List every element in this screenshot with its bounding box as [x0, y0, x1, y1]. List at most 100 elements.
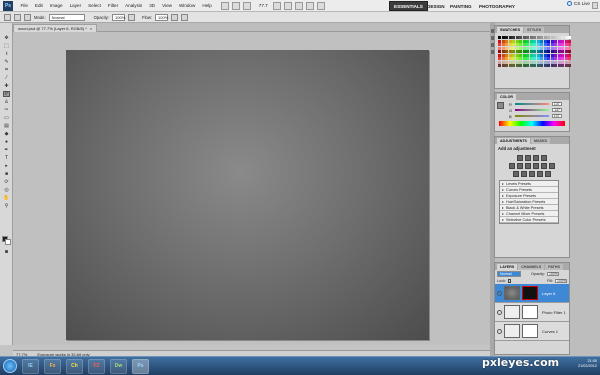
eye-icon[interactable]	[497, 328, 502, 334]
channel-mixer-icon[interactable]	[549, 163, 555, 169]
menu-3d[interactable]: 3D	[146, 3, 159, 8]
posterize-icon[interactable]	[521, 171, 527, 177]
move-tool-icon[interactable]: ✥	[3, 35, 10, 41]
lasso-tool-icon[interactable]: ℓ	[3, 51, 10, 57]
tablet-size-pressure-icon[interactable]	[181, 13, 189, 21]
exposure-icon[interactable]	[541, 155, 547, 161]
layer-name[interactable]: Photo Filter 1	[542, 310, 566, 315]
black-white-icon[interactable]	[533, 163, 539, 169]
tab-adjustments[interactable]: ADJUSTMENTS	[497, 138, 530, 144]
curves-icon[interactable]	[533, 155, 539, 161]
background-color-swatch[interactable]	[5, 239, 11, 245]
layer-row[interactable]: Layer 6	[495, 284, 569, 303]
type-tool-icon[interactable]: T	[3, 155, 10, 161]
red-slider[interactable]	[514, 103, 549, 105]
tablet-opacity-pressure-icon[interactable]	[128, 13, 136, 21]
tab-styles[interactable]: STYLES	[524, 27, 545, 33]
color-swatch[interactable]	[568, 64, 571, 67]
threshold-icon[interactable]	[529, 171, 535, 177]
layer-name[interactable]: Curves 1	[542, 329, 558, 334]
blue-slider[interactable]	[514, 115, 549, 117]
tab-masks[interactable]: MASKS	[530, 138, 550, 144]
preset-selective-color[interactable]: Selective Color Presets	[500, 217, 558, 223]
selective-color-icon[interactable]	[545, 171, 551, 177]
green-slider[interactable]	[515, 109, 550, 111]
tab-layers[interactable]: LAYERS	[497, 264, 518, 270]
taskbar-chrome-icon[interactable]: Ch	[66, 358, 83, 374]
launch-minibridge-button[interactable]	[232, 1, 241, 10]
view-extras-button[interactable]	[243, 1, 252, 10]
menu-help[interactable]: Help	[199, 3, 215, 8]
layer-row[interactable]: Curves 1	[495, 322, 569, 341]
quick-mask-icon[interactable]: ◙	[3, 249, 10, 255]
taskbar-filezilla-icon[interactable]: FZ	[88, 358, 105, 374]
menu-view[interactable]: View	[159, 3, 176, 8]
healing-brush-tool-icon[interactable]: ✚	[3, 83, 10, 89]
taskbar-firefox-icon[interactable]: Fx	[44, 358, 61, 374]
airbrush-toggle-icon[interactable]	[171, 13, 179, 21]
window-controls[interactable]	[592, 2, 598, 9]
opacity-field[interactable]: 100%	[112, 13, 125, 21]
gradient-tool-icon[interactable]: ▤	[3, 123, 10, 129]
blur-tool-icon[interactable]: ◆	[3, 131, 10, 137]
3d-orbit-tool-icon[interactable]: ◎	[3, 187, 10, 193]
taskbar-clock[interactable]: 21:00 21/02/2012	[578, 359, 597, 369]
red-value[interactable]: 137	[551, 102, 562, 106]
eye-icon[interactable]	[497, 290, 502, 296]
quick-select-tool-icon[interactable]: ✎	[3, 59, 10, 65]
taskbar-photoshop-icon[interactable]: Ps	[132, 358, 149, 374]
dodge-tool-icon[interactable]: ●	[3, 139, 10, 145]
tool-preset-picker[interactable]	[4, 13, 11, 21]
hand-tool-button[interactable]	[272, 1, 281, 10]
cs-live-button[interactable]: CS Live	[566, 1, 590, 6]
taskbar-dreamweaver-icon[interactable]: Dw	[110, 358, 127, 374]
blue-value[interactable]: 137	[551, 114, 562, 118]
photo-filter-icon[interactable]	[541, 163, 547, 169]
close-icon[interactable]: ×	[90, 26, 92, 31]
brush-tool-icon[interactable]: ✐	[3, 91, 10, 97]
invert-icon[interactable]	[513, 171, 519, 177]
document-tab[interactable]: wood.psd @ 77.7% (Layer 6, RGB/8) * ×	[13, 24, 98, 32]
launch-bridge-button[interactable]	[221, 1, 230, 10]
flow-field[interactable]: 100%	[155, 13, 168, 21]
blend-mode-select[interactable]: Normal	[497, 271, 521, 277]
eraser-tool-icon[interactable]: ▭	[3, 115, 10, 121]
shape-tool-icon[interactable]: ■	[3, 171, 10, 177]
menu-analysis[interactable]: Analysis	[122, 3, 146, 8]
screen-mode-button[interactable]	[316, 1, 325, 10]
tab-channels[interactable]: CHANNELS	[518, 264, 545, 270]
pen-tool-icon[interactable]: ✒	[3, 147, 10, 153]
brush-preset-picker[interactable]	[14, 13, 21, 21]
color-spectrum-bar[interactable]	[499, 121, 565, 126]
menu-image[interactable]: Image	[46, 3, 66, 8]
zoom-level-select[interactable]: 77.7	[259, 3, 268, 8]
menu-window[interactable]: Window	[175, 3, 198, 8]
arrange-documents-button[interactable]	[305, 1, 314, 10]
menu-layer[interactable]: Layer	[66, 3, 85, 8]
levels-icon[interactable]	[525, 155, 531, 161]
brush-panel-toggle[interactable]	[24, 13, 31, 21]
crop-tool-icon[interactable]: ⌗	[3, 67, 10, 73]
lock-icon[interactable]	[508, 279, 512, 283]
workspace-design[interactable]: DESIGN	[423, 1, 449, 11]
menu-edit[interactable]: Edit	[31, 3, 46, 8]
menu-file[interactable]: File	[17, 3, 31, 8]
gradient-map-icon[interactable]	[537, 171, 543, 177]
tab-paths[interactable]: PATHS	[545, 264, 563, 270]
clone-stamp-tool-icon[interactable]: ♙	[3, 99, 10, 105]
taskbar-ie-icon[interactable]: IE	[22, 358, 39, 374]
color-balance-icon[interactable]	[525, 163, 531, 169]
hand-tool-icon[interactable]: ✋	[3, 195, 10, 201]
green-value[interactable]: 137	[552, 108, 563, 112]
3d-rotate-tool-icon[interactable]: ⟳	[3, 179, 10, 185]
history-brush-tool-icon[interactable]: ✑	[3, 107, 10, 113]
document-canvas[interactable]	[66, 50, 429, 340]
fill-field[interactable]: 100%	[555, 279, 567, 283]
path-selection-tool-icon[interactable]: ▸	[3, 163, 10, 169]
mode-select[interactable]: Normal	[48, 13, 85, 21]
rotate-view-button[interactable]	[294, 1, 303, 10]
menu-select[interactable]: Select	[85, 3, 105, 8]
workspace-photography[interactable]: PHOTOGRAPHY	[475, 1, 519, 11]
brightness-contrast-icon[interactable]	[517, 155, 523, 161]
layer-name[interactable]: Layer 6	[542, 291, 555, 296]
